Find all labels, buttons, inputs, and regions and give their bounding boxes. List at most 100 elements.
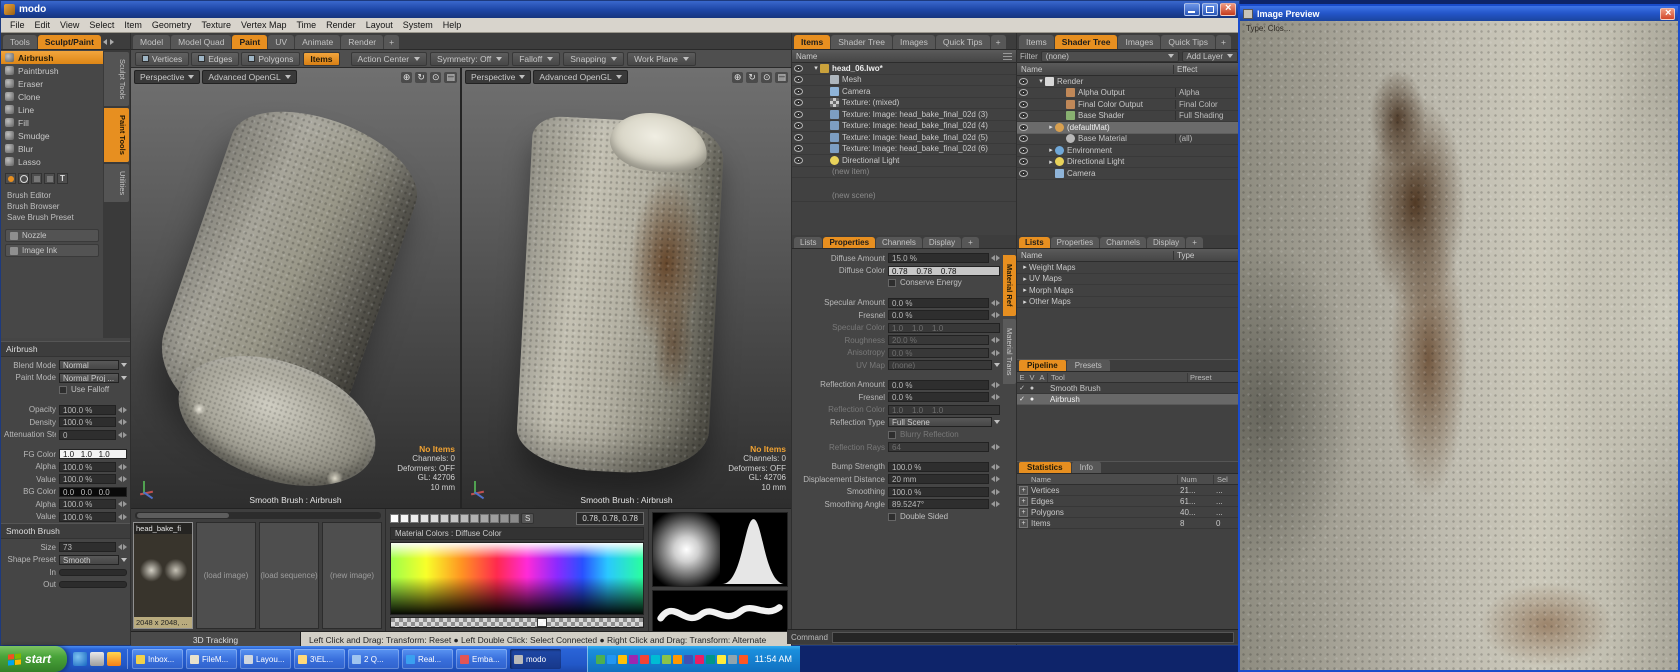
field-value[interactable]: 100.0 % xyxy=(59,417,116,427)
panel-tab[interactable]: Quick Tips xyxy=(936,35,990,49)
brush-link[interactable]: Save Brush Preset xyxy=(1,212,103,223)
field-value[interactable]: 0.0 % xyxy=(888,310,989,320)
brush-link[interactable]: Brush Editor xyxy=(1,190,103,201)
tray-icon[interactable] xyxy=(629,655,638,664)
value-spinner-icon[interactable] xyxy=(118,501,127,507)
color-swatch[interactable] xyxy=(430,514,439,523)
tool-category-tab[interactable]: Utilities xyxy=(104,164,129,202)
viewport-shading-dropdown[interactable]: Advanced OpenGL xyxy=(533,70,627,84)
tray-icon[interactable] xyxy=(596,655,605,664)
pipeline-row[interactable]: ✓ ● Airbrush xyxy=(1017,394,1241,405)
paint-tool[interactable]: Eraser xyxy=(1,77,103,90)
color-swatch[interactable] xyxy=(490,514,499,523)
value-spinner-icon[interactable] xyxy=(991,444,1000,450)
tree-item[interactable]: Texture: Image: head_bake_final_02d (4) xyxy=(792,121,1016,133)
menu-item[interactable]: Help xyxy=(438,20,467,30)
expander-icon[interactable]: ▸ xyxy=(1021,298,1029,306)
visibility-eye-icon[interactable] xyxy=(792,65,805,72)
paint-tool[interactable]: Line xyxy=(1,103,103,116)
main-tab[interactable]: Model xyxy=(133,35,170,49)
panel-tab[interactable]: Display xyxy=(1147,237,1185,248)
shader-tree-item[interactable]: Final Color Output Final Color xyxy=(1017,99,1241,111)
visibility-eye-icon[interactable] xyxy=(792,157,805,164)
main-tab[interactable]: Paint xyxy=(232,35,267,49)
tray-icon[interactable] xyxy=(739,655,748,664)
tray-icon[interactable] xyxy=(618,655,627,664)
quicklaunch-desktop-icon[interactable] xyxy=(90,652,104,666)
add-panel-tab[interactable]: + xyxy=(1186,237,1203,248)
statistics-row[interactable]: + Vertices 21... ... xyxy=(1017,485,1241,496)
visible-dot-icon[interactable]: ● xyxy=(1027,385,1037,392)
panel-tab[interactable]: Shader Tree xyxy=(831,35,892,49)
checkbox[interactable] xyxy=(888,431,896,439)
field-value[interactable]: 73 xyxy=(59,542,116,552)
value-spinner-icon[interactable] xyxy=(991,489,1000,495)
field-value[interactable]: 1.0 1.0 1.0 xyxy=(59,449,127,459)
taskbar-task-button[interactable]: 2 Q... xyxy=(348,649,399,669)
layout-tab[interactable]: Tools xyxy=(3,35,37,49)
expander-icon[interactable]: ▸ xyxy=(1047,158,1055,166)
color-swatch[interactable] xyxy=(480,514,489,523)
panel-tab[interactable]: Properties xyxy=(1051,237,1099,248)
info-tab[interactable]: Info xyxy=(1072,462,1101,473)
viewport-nav-icon[interactable]: ⊙ xyxy=(761,72,773,83)
visibility-eye-icon[interactable] xyxy=(792,76,805,83)
clip-thumbnail[interactable]: head_bake_fi 2048 x 2048, ... xyxy=(133,522,193,629)
clips-scrollbar[interactable] xyxy=(135,512,381,519)
viewport-nav-icon[interactable]: ↻ xyxy=(415,72,427,83)
tree-item[interactable]: (new item) xyxy=(792,167,1016,179)
add-panel-tab[interactable]: + xyxy=(991,35,1006,49)
toolbar-dropdown[interactable]: Falloff xyxy=(512,52,560,66)
tray-icon[interactable] xyxy=(706,655,715,664)
value-spinner-icon[interactable] xyxy=(991,300,1000,306)
value-spinner-icon[interactable] xyxy=(991,394,1000,400)
field-value[interactable]: 15.0 % xyxy=(888,253,989,263)
slider[interactable] xyxy=(59,581,127,588)
statistics-row[interactable]: + Polygons 40... ... xyxy=(1017,507,1241,518)
visibility-eye-icon[interactable] xyxy=(1017,89,1030,96)
visibility-eye-icon[interactable] xyxy=(1017,124,1030,131)
field-value[interactable]: Smooth xyxy=(59,555,119,565)
layout-tab[interactable]: Sculpt/Paint xyxy=(38,35,101,49)
add-panel-tab[interactable]: + xyxy=(1216,35,1231,49)
menu-item[interactable]: Select xyxy=(84,20,119,30)
field-value[interactable]: 0.78 0.78 0.78 xyxy=(888,266,1000,276)
list-options-icon[interactable] xyxy=(1003,53,1012,60)
value-spinner-icon[interactable] xyxy=(991,476,1000,482)
brush-button[interactable]: Nozzle xyxy=(5,229,99,242)
tree-item[interactable]: Texture: Image: head_bake_final_02d (6) xyxy=(792,144,1016,156)
field-value[interactable]: Use Falloff xyxy=(69,385,111,395)
command-input[interactable] xyxy=(832,632,1234,643)
add-layer-dropdown[interactable]: Add Layer xyxy=(1182,51,1238,62)
component-mode-button[interactable]: Polygons xyxy=(241,52,300,66)
tab-scroll-right-icon[interactable] xyxy=(110,39,114,45)
taskbar-task-button[interactable]: Real... xyxy=(402,649,453,669)
main-tab[interactable]: Model Quad xyxy=(171,35,231,49)
expander-icon[interactable]: ▸ xyxy=(1021,275,1029,283)
main-tab[interactable]: UV xyxy=(268,35,294,49)
clip-placeholder[interactable]: (load sequence) xyxy=(259,522,319,629)
menu-item[interactable]: Item xyxy=(119,20,147,30)
expander-icon[interactable]: ▸ xyxy=(1021,286,1029,294)
field-value[interactable]: 100.0 % xyxy=(59,405,116,415)
value-spinner-icon[interactable] xyxy=(118,407,127,413)
value-spinner-icon[interactable] xyxy=(991,382,1000,388)
expander-icon[interactable]: ▸ xyxy=(1021,263,1029,271)
color-swatch[interactable] xyxy=(420,514,429,523)
menu-item[interactable]: View xyxy=(55,20,84,30)
value-spinner-icon[interactable] xyxy=(118,544,127,550)
paint-tool[interactable]: Smudge xyxy=(1,129,103,142)
field-value[interactable]: 100.0 % xyxy=(888,462,989,472)
color-swatch[interactable] xyxy=(450,514,459,523)
field-value[interactable]: Normal xyxy=(59,360,119,370)
color-swatch[interactable] xyxy=(460,514,469,523)
visible-dot-icon[interactable]: ● xyxy=(1027,396,1037,403)
field-value[interactable]: 89.5247° xyxy=(888,499,989,509)
alpha-marker[interactable] xyxy=(537,618,547,627)
start-button[interactable]: start xyxy=(0,646,67,672)
paint-tool[interactable]: Paintbrush xyxy=(1,64,103,77)
tree-item[interactable]: Camera xyxy=(792,86,1016,98)
field-value[interactable]: 0.0 % xyxy=(888,348,989,358)
brush-link[interactable]: Brush Browser xyxy=(1,201,103,212)
maximize-button[interactable] xyxy=(1202,3,1218,16)
